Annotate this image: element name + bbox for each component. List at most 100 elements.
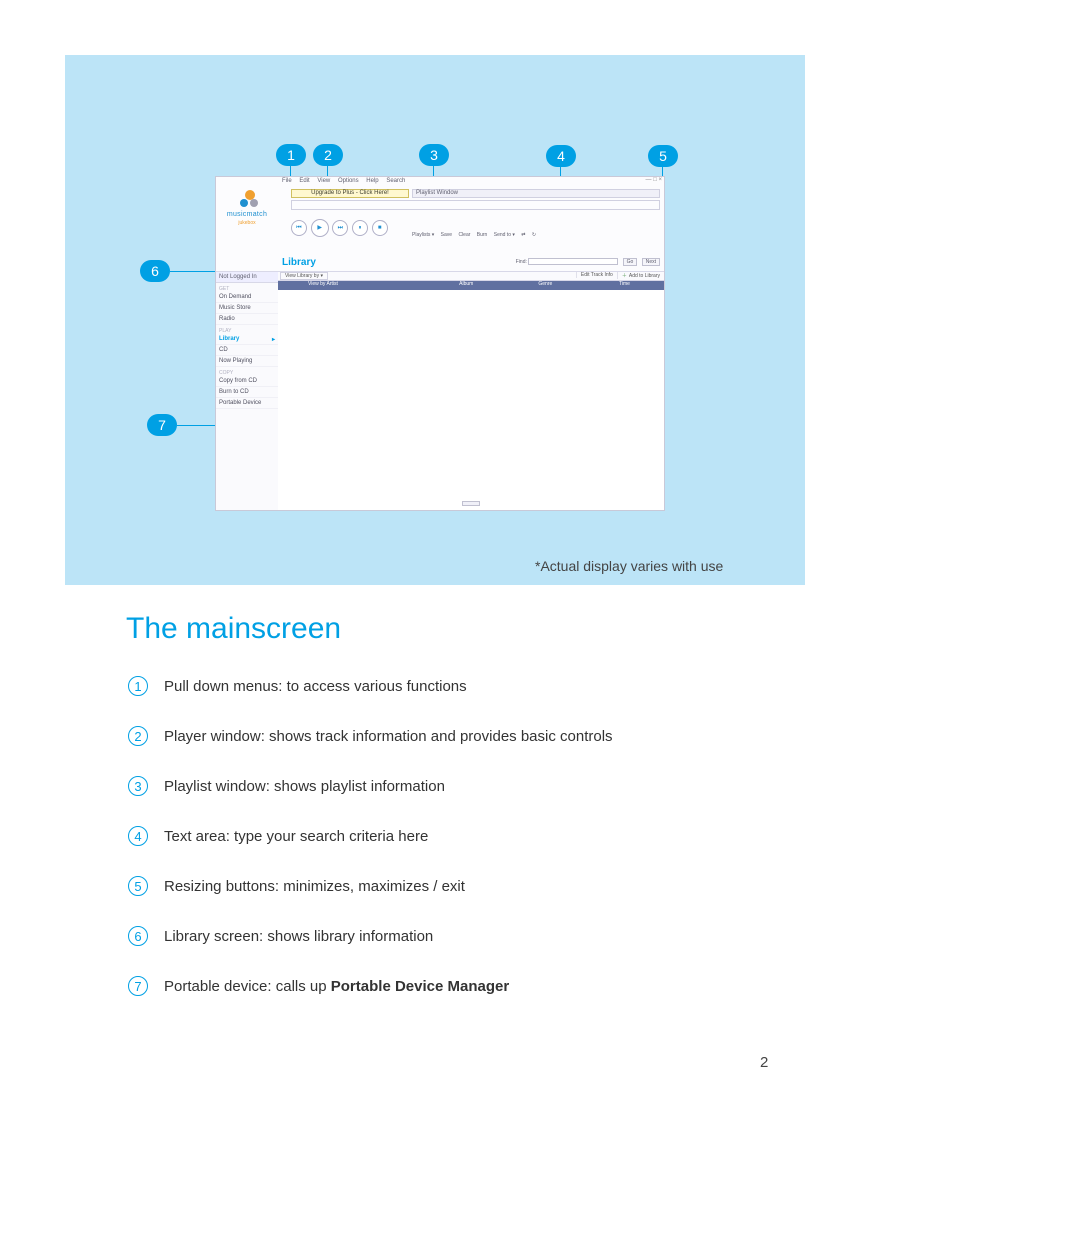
menu-edit[interactable]: Edit [299,178,309,184]
find-label: Find: [516,259,527,265]
player-controls: ⏮ ▶ ⏭ ⏸ ■ [291,219,390,239]
col-artist[interactable]: View by Artist [278,281,427,290]
playlist-toolbar: Playlists ▾ Save Clear Burn Send to ▾ ⇄ … [412,232,660,241]
edit-track-info-button[interactable]: Edit Track Info [576,272,617,278]
legend-number: 1 [128,676,148,696]
legend-item: 2 Player window: shows track information… [128,726,828,746]
legend-text-bold: Portable Device Manager [331,978,509,995]
find-next-button[interactable]: Next [642,258,660,266]
repeat-icon[interactable]: ↻ [532,232,536,238]
sidebar: Not Logged In GET On Demand Music Store … [216,271,278,510]
legend-text: Resizing buttons: minimizes, maximizes /… [164,878,465,895]
menu-file[interactable]: File [282,178,292,184]
playlist-burn-button[interactable]: Burn [477,232,488,238]
sidebar-section-copy: COPY [216,367,278,376]
legend-text: Pull down menus: to access various funct… [164,678,467,695]
legend-number: 5 [128,876,148,896]
upgrade-banner[interactable]: Upgrade to Plus - Click Here! [291,189,409,198]
sidebar-item-burn-cd[interactable]: Burn to CD [216,387,278,398]
resize-handle[interactable] [462,501,480,506]
window-buttons[interactable]: — □ × [646,177,662,183]
menu-view[interactable]: View [317,178,330,184]
find-go-button[interactable]: Go [623,258,638,266]
callout-2: 2 [313,144,343,166]
page-heading: The mainscreen [126,612,341,646]
playlist-window-header: Playlist Window [412,189,660,198]
add-to-library-button[interactable]: ＋Add to Library [617,272,664,279]
prev-button[interactable]: ⏮ [291,220,307,236]
callout-3: 3 [419,144,449,166]
col-genre[interactable]: Genre [506,281,585,290]
legend-number: 7 [128,976,148,996]
sidebar-item-radio[interactable]: Radio [216,314,278,325]
view-library-by-dropdown[interactable]: View Library by ▾ [280,272,328,280]
col-time[interactable]: Time [585,281,664,290]
sidebar-item-library[interactable]: Library ▸ [216,334,278,345]
legend-item: 7 Portable device: calls up Portable Dev… [128,976,828,996]
app-window: musicmatch jukebox File Edit View Option… [215,176,665,511]
callout-1: 1 [276,144,306,166]
legend-text-pre: Portable device: calls up [164,978,331,995]
sidebar-section-get: GET [216,283,278,292]
callout-7: 7 [147,414,177,436]
next-button[interactable]: ⏭ [332,220,348,236]
btn-label: Add to Library [629,273,660,279]
shuffle-icon[interactable]: ⇄ [521,232,525,238]
legend-number: 4 [128,826,148,846]
pause-button[interactable]: ⏸ [352,220,368,236]
legend-number: 2 [128,726,148,746]
track-info-bar [291,200,660,210]
legend-item: 1 Pull down menus: to access various fun… [128,676,828,696]
callout-5: 5 [648,145,678,167]
legend-list: 1 Pull down menus: to access various fun… [128,676,828,1026]
legend-item: 4 Text area: type your search criteria h… [128,826,828,846]
sidebar-login[interactable]: Not Logged In [216,271,278,283]
legend-number: 6 [128,926,148,946]
brand-name: musicmatch [216,211,278,218]
logo-dot-icon [250,199,258,207]
find-row: Find: Go Next [516,258,660,266]
sidebar-item-cd[interactable]: CD [216,345,278,356]
figure-footnote: *Actual display varies with use [535,558,723,574]
stop-button[interactable]: ■ [372,220,388,236]
sidebar-item-now-playing[interactable]: Now Playing [216,356,278,367]
legend-item: 3 Playlist window: shows playlist inform… [128,776,828,796]
library-title: Library [282,257,316,268]
playlists-dropdown[interactable]: Playlists ▾ [412,232,434,238]
sidebar-item-on-demand[interactable]: On Demand [216,292,278,303]
menu-bar[interactable]: File Edit View Options Help Search [278,177,664,187]
callout-4: 4 [546,145,576,167]
menu-options[interactable]: Options [338,178,359,184]
figure-panel: 1 2 3 4 5 6 7 musicmatch jukebox File Ed… [65,55,805,585]
legend-text: Player window: shows track information a… [164,728,613,745]
callout-6: 6 [140,260,170,282]
playlist-save-button[interactable]: Save [441,232,452,238]
menu-search[interactable]: Search [386,178,405,184]
legend-text: Portable device: calls up Portable Devic… [164,978,509,995]
playlist-clear-button[interactable]: Clear [458,232,470,238]
sidebar-item-music-store[interactable]: Music Store [216,303,278,314]
sidebar-item-label: Library [219,336,239,342]
legend-number: 3 [128,776,148,796]
library-body [278,290,664,510]
logo-dot-icon [240,199,248,207]
sidebar-item-portable[interactable]: Portable Device [216,398,278,409]
playlist-sendto-dropdown[interactable]: Send to ▾ [494,232,515,238]
menu-help[interactable]: Help [366,178,378,184]
page-number: 2 [760,1054,768,1071]
sidebar-section-play: PLAY [216,325,278,334]
legend-item: 5 Resizing buttons: minimizes, maximizes… [128,876,828,896]
legend-text: Playlist window: shows playlist informat… [164,778,445,795]
app-logo: musicmatch jukebox [216,177,278,261]
find-input[interactable] [528,258,618,265]
library-toolbar: View Library by ▾ ＋Add to Library Edit T… [278,271,664,281]
col-album[interactable]: Album [427,281,506,290]
chevron-right-icon: ▸ [272,336,275,343]
sidebar-item-copy-cd[interactable]: Copy from CD [216,376,278,387]
brand-sub: jukebox [216,220,278,226]
plus-icon: ＋ [622,273,627,279]
play-button[interactable]: ▶ [311,219,329,237]
legend-item: 6 Library screen: shows library informat… [128,926,828,946]
library-column-headers: View by Artist Album Genre Time [278,281,664,290]
legend-text: Library screen: shows library informatio… [164,928,433,945]
